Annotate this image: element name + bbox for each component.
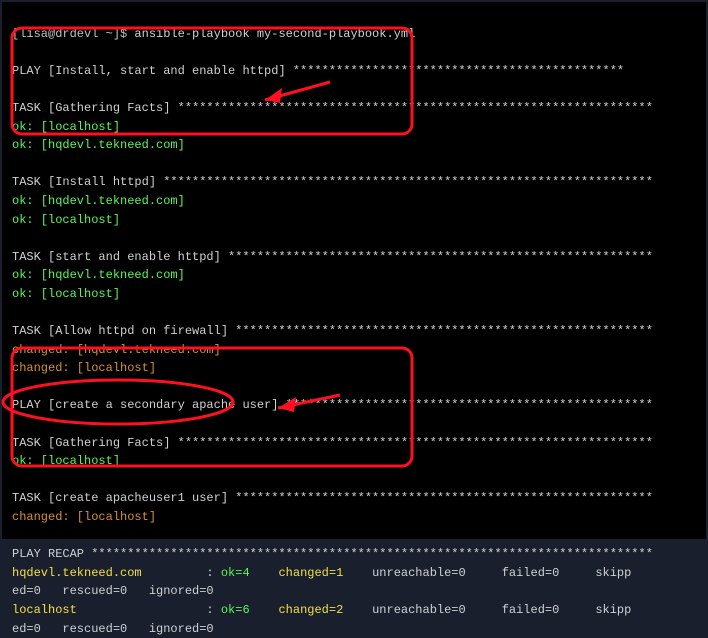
command-text: ansible-playbook my-second-playbook.yml (134, 27, 415, 41)
recap-rest1: unreachable=0 failed=0 skipp (343, 566, 631, 580)
task-install-httpd: TASK [Install httpd] *******************… (12, 175, 653, 189)
recap-line1b: ed=0 rescued=0 ignored=0 (12, 584, 214, 598)
task-gather-facts-1: TASK [Gathering Facts] *****************… (12, 101, 653, 115)
recap-sep1: : (142, 566, 221, 580)
task-create-user: TASK [create apacheuser1 user] *********… (12, 491, 653, 505)
recap-rest2: unreachable=0 failed=0 skipp (343, 603, 631, 617)
play-recap-header: PLAY RECAP *****************************… (12, 547, 653, 561)
recap-host1: hqdevl.tekneed.com (12, 566, 142, 580)
recap-ok1: ok=4 (221, 566, 250, 580)
terminal-window: [lisa@drdevl ~]$ ansible-playbook my-sec… (2, 2, 706, 539)
task-start-httpd: TASK [start and enable httpd] **********… (12, 250, 653, 264)
ok-localhost-start: ok: [localhost] (12, 287, 120, 301)
play1-header: PLAY [Install, start and enable httpd] *… (12, 64, 624, 78)
recap-host2: localhost (12, 603, 77, 617)
recap-chg2: changed=2 (250, 603, 344, 617)
ok-localhost-2: ok: [localhost] (12, 454, 120, 468)
task-gather-facts-2: TASK [Gathering Facts] *****************… (12, 436, 653, 450)
shell-prompt: [lisa@drdevl ~]$ (12, 27, 134, 41)
task-firewall: TASK [Allow httpd on firewall] *********… (12, 324, 653, 338)
play2-header: PLAY [create a secondary apache user] **… (12, 398, 653, 412)
recap-ok2: ok=6 (221, 603, 250, 617)
ok-hqdevl-install: ok: [hqdevl.tekneed.com] (12, 194, 185, 208)
changed-localhost-fw: changed: [localhost] (12, 361, 156, 375)
ok-localhost-1: ok: [localhost] (12, 120, 120, 134)
ok-localhost-install: ok: [localhost] (12, 213, 120, 227)
recap-chg1: changed=1 (250, 566, 344, 580)
recap-sep2: : (77, 603, 221, 617)
ok-hqdevl-start: ok: [hqdevl.tekneed.com] (12, 268, 185, 282)
ok-hqdevl-1: ok: [hqdevl.tekneed.com] (12, 138, 185, 152)
recap-line2b: ed=0 rescued=0 ignored=0 (12, 622, 214, 636)
changed-hqdevl-fw: changed: [hqdevl.tekneed.com] (12, 343, 221, 357)
changed-localhost-user: changed: [localhost] (12, 510, 156, 524)
